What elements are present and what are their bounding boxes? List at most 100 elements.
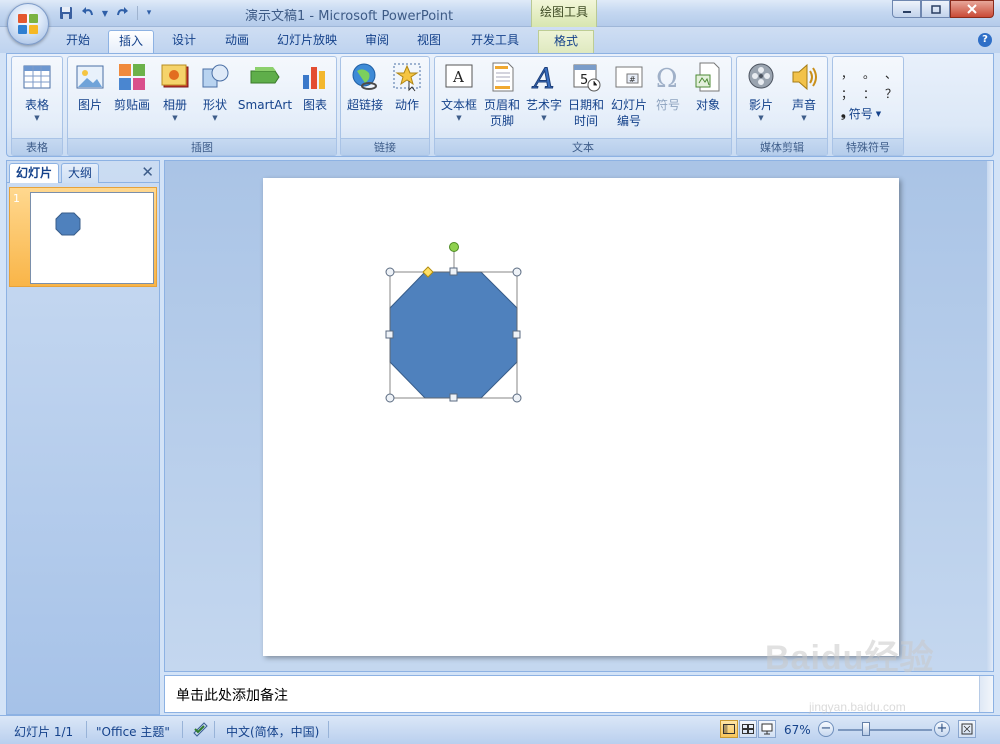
notes-placeholder[interactable]: 单击此处添加备注 xyxy=(176,685,288,705)
tab-slides[interactable]: 幻灯片 xyxy=(9,163,60,183)
picture-icon xyxy=(76,65,104,89)
symbol-enum-comma[interactable]: 、 xyxy=(885,65,897,85)
restore-button[interactable] xyxy=(921,0,950,18)
group-text: A 文本框 ▼ 页眉和 页脚 A 艺术字 ▼ 5 日期和 时间 # 幻灯片 编号… xyxy=(434,56,732,156)
resize-handle-bottom[interactable] xyxy=(449,393,458,402)
hyperlink-button[interactable]: 超链接 xyxy=(345,61,385,113)
tab-animations[interactable]: 动画 xyxy=(214,30,260,53)
spellcheck-icon[interactable] xyxy=(192,721,210,740)
zoom-in-button[interactable]: + xyxy=(934,721,950,737)
zoom-slider-thumb[interactable] xyxy=(862,722,871,736)
sound-button[interactable]: 声音 ▼ xyxy=(785,61,823,123)
normal-view-button[interactable] xyxy=(720,720,738,738)
chevron-down-icon: ▼ xyxy=(801,114,807,122)
close-button[interactable] xyxy=(950,0,994,18)
chevron-down-icon: ▼ xyxy=(456,114,462,122)
vertical-scrollbar[interactable] xyxy=(987,161,993,671)
chevron-down-icon: ▼ xyxy=(212,114,218,122)
undo-dropdown[interactable]: ▼ xyxy=(100,4,110,22)
tab-developer[interactable]: 开发工具 xyxy=(462,30,528,53)
slide-editing-area xyxy=(164,160,994,672)
fit-to-window-button[interactable] xyxy=(958,720,976,738)
language-status[interactable]: 中文(简体，中国) xyxy=(226,723,319,740)
slide-number-button[interactable]: # 幻灯片 编号 xyxy=(607,61,651,129)
textbox-button[interactable]: A 文本框 ▼ xyxy=(437,61,481,123)
clipart-icon xyxy=(119,64,145,90)
symbol-semicolon[interactable]: ； xyxy=(841,85,853,105)
undo-button[interactable] xyxy=(78,4,98,22)
theme-name[interactable]: "Office 主题" xyxy=(96,723,170,740)
tab-insert[interactable]: 插入 xyxy=(108,30,154,53)
customize-qat-button[interactable]: ▾ xyxy=(143,4,155,22)
tab-outline[interactable]: 大纲 xyxy=(61,163,100,183)
close-pane-icon[interactable]: ✕ xyxy=(141,163,154,181)
symbol-question[interactable]: ？ xyxy=(885,85,897,105)
tab-review[interactable]: 审阅 xyxy=(354,30,400,53)
slide-canvas[interactable] xyxy=(263,178,899,656)
ribbon-tab-row: 开始 插入 设计 动画 幻灯片放映 审阅 视图 开发工具 格式 ? xyxy=(0,27,1000,53)
clipart-button-label: 剪贴画 xyxy=(113,98,150,112)
slides-pane: 幻灯片 大纲 ✕ 1 xyxy=(6,160,160,715)
group-media: 影片 ▼ 声音 ▼ 媒体剪辑 xyxy=(736,56,828,156)
tab-view[interactable]: 视图 xyxy=(406,30,452,53)
symbol-colon[interactable]: ： xyxy=(863,85,875,105)
slide-thumbnail-row[interactable]: 1 xyxy=(9,187,157,287)
resize-handle-bottom-right[interactable] xyxy=(512,393,522,403)
zoom-slider-track[interactable] xyxy=(838,729,932,731)
table-button[interactable]: 表格 ▼ xyxy=(20,61,54,123)
resize-handle-top[interactable] xyxy=(449,267,458,276)
redo-button[interactable] xyxy=(112,4,132,22)
resize-handle-right[interactable] xyxy=(512,330,521,339)
symbol-period[interactable]: 。 xyxy=(863,65,875,85)
header-footer-icon xyxy=(492,62,514,92)
svg-text:Ω: Ω xyxy=(656,64,678,93)
tab-format[interactable]: 格式 xyxy=(538,30,594,53)
notes-scrollbar[interactable] xyxy=(979,676,993,712)
resize-handle-left[interactable] xyxy=(385,330,394,339)
special-symbol-button[interactable]: ❟ 符号 ▼ xyxy=(841,105,897,122)
date-time-button[interactable]: 5 日期和 时间 xyxy=(565,61,607,129)
symbol-button[interactable]: Ω 符号 xyxy=(651,61,685,113)
slide-thumbnail[interactable] xyxy=(30,192,154,284)
window-controls xyxy=(892,0,994,18)
photo-album-icon xyxy=(161,64,189,88)
status-bar: 幻灯片 1/1 "Office 主题" 中文(简体，中国) 67% − + xyxy=(0,715,1000,744)
action-button[interactable]: 动作 xyxy=(389,61,425,113)
office-logo-icon xyxy=(18,14,38,34)
restore-icon xyxy=(930,5,941,14)
symbol-comma[interactable]: ， xyxy=(841,65,853,85)
smartart-button[interactable]: SmartArt xyxy=(236,61,294,113)
rotation-handle[interactable] xyxy=(449,242,459,252)
zoom-out-button[interactable]: − xyxy=(818,721,834,737)
minimize-button[interactable] xyxy=(892,0,921,18)
tab-design[interactable]: 设计 xyxy=(161,30,207,53)
tab-slideshow[interactable]: 幻灯片放映 xyxy=(268,30,346,53)
clipart-button[interactable]: 剪贴画 xyxy=(111,61,153,113)
chart-button[interactable]: 图表 xyxy=(298,61,332,113)
movie-button[interactable]: 影片 ▼ xyxy=(741,61,781,123)
tab-home[interactable]: 开始 xyxy=(55,30,101,53)
group-links-label: 链接 xyxy=(341,138,429,155)
wordart-button[interactable]: A 艺术字 ▼ xyxy=(523,61,565,123)
resize-handle-top-left[interactable] xyxy=(385,267,395,277)
object-button[interactable]: 对象 xyxy=(689,61,727,113)
slide-sorter-view-button[interactable] xyxy=(739,720,757,738)
save-button[interactable] xyxy=(56,4,76,22)
smartart-button-label: SmartArt xyxy=(237,98,293,112)
special-symbol-icon: ❟ xyxy=(841,106,846,120)
header-footer-button[interactable]: 页眉和 页脚 xyxy=(481,61,523,129)
group-special-label: 特殊符号 xyxy=(833,138,903,155)
resize-handle-bottom-left[interactable] xyxy=(385,393,395,403)
photo-album-button[interactable]: 相册 ▼ xyxy=(158,61,192,123)
shapes-icon xyxy=(202,64,229,88)
help-icon[interactable]: ? xyxy=(978,33,992,47)
office-button[interactable] xyxy=(7,3,49,45)
date-time-label-2: 时间 xyxy=(573,114,598,128)
picture-button[interactable]: 图片 xyxy=(72,61,108,113)
sound-button-label: 声音 xyxy=(791,98,816,112)
octagon-shape[interactable] xyxy=(389,271,518,399)
zoom-level[interactable]: 67% xyxy=(784,723,811,737)
resize-handle-top-right[interactable] xyxy=(512,267,522,277)
shapes-button[interactable]: 形状 ▼ xyxy=(198,61,232,123)
slideshow-view-button[interactable] xyxy=(758,720,776,738)
